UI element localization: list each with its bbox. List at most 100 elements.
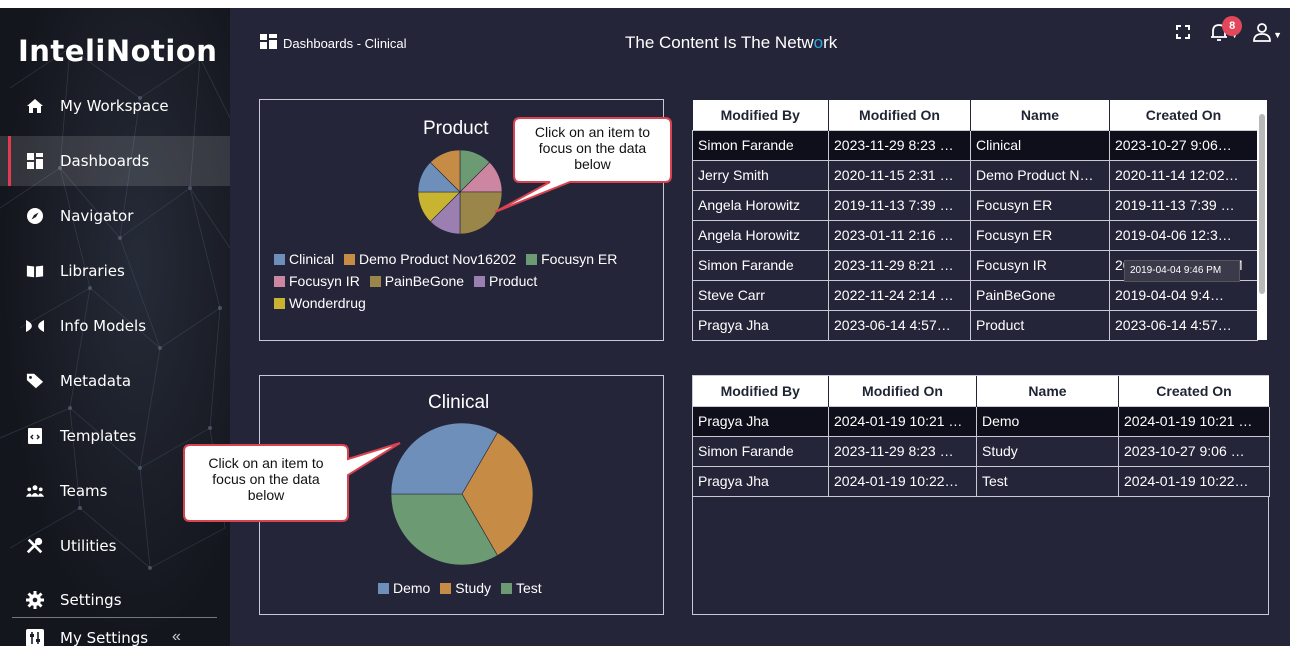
table-cell[interactable]: Simon Farande bbox=[692, 435, 829, 467]
table-cell[interactable]: Angela Horowitz bbox=[692, 219, 829, 251]
table-cell[interactable]: 2020-11-15 2:31 … bbox=[828, 159, 971, 191]
table-cell[interactable]: Simon Farande bbox=[692, 129, 829, 161]
table-cell[interactable]: Pragya Jha bbox=[692, 309, 829, 341]
table-cell[interactable]: 2023-06-14 4:57… bbox=[1109, 309, 1258, 341]
table-cell[interactable]: PainBeGone bbox=[970, 279, 1110, 311]
legend-item-focusyn-er[interactable]: Focusyn ER bbox=[526, 248, 617, 270]
table-cell[interactable]: 2024-01-19 10:22… bbox=[828, 465, 977, 497]
column-header[interactable]: Modified On bbox=[828, 376, 977, 406]
user-menu-button[interactable]: ▼ bbox=[1253, 22, 1282, 47]
table-cell[interactable]: Pragya Jha bbox=[692, 465, 829, 497]
legend-item-clinical[interactable]: Clinical bbox=[274, 248, 334, 270]
notifications-button[interactable]: 8 ▼ bbox=[1210, 16, 1243, 47]
product-callout: Click on an item to focus on the data be… bbox=[490, 112, 690, 222]
sidebar-item-my-settings[interactable]: My Settings bbox=[0, 620, 230, 646]
sidebar-divider bbox=[12, 617, 217, 618]
legend-item-wonderdrug[interactable]: Wonderdrug bbox=[274, 292, 366, 314]
column-header[interactable]: Name bbox=[976, 376, 1119, 406]
breadcrumb[interactable]: Dashboards - Clinical bbox=[260, 34, 407, 52]
table-cell[interactable]: 2024-01-19 10:21 … bbox=[828, 405, 977, 437]
table-row[interactable]: Angela Horowitz 2019-11-13 7:39 … Focusyn … bbox=[692, 189, 1258, 221]
table-cell[interactable]: Steve Carr bbox=[692, 279, 829, 311]
table-row[interactable]: Jerry Smith 2020-11-15 2:31 … Demo Product… bbox=[692, 159, 1258, 191]
table-cell[interactable]: Jerry Smith bbox=[692, 159, 829, 191]
table-cell[interactable]: 2023-11-29 8:23 … bbox=[828, 129, 971, 161]
table-cell[interactable]: Clinical bbox=[970, 129, 1110, 161]
product-table-scrollbar[interactable] bbox=[1257, 100, 1267, 340]
scroll-thumb[interactable] bbox=[1259, 114, 1265, 294]
product-table: Modified By Modified On Name Created On Sim… bbox=[692, 100, 1258, 341]
table-cell[interactable]: Focusyn ER bbox=[970, 219, 1110, 251]
table-cell[interactable]: Study bbox=[976, 435, 1119, 467]
legend-item-focusyn-ir[interactable]: Focusyn IR bbox=[274, 270, 360, 292]
table-cell[interactable]: Simon Farande bbox=[692, 249, 829, 281]
table-cell[interactable]: 2023-06-14 4:57… bbox=[828, 309, 971, 341]
clinical-pie-chart[interactable] bbox=[391, 423, 533, 565]
legend-item-demo-product[interactable]: Demo Product Nov16202 bbox=[344, 248, 516, 270]
sidebar-item-label: Dashboards bbox=[60, 152, 150, 170]
table-cell[interactable]: Product bbox=[970, 309, 1110, 341]
sidebar-item-info-models[interactable]: Info Models bbox=[0, 301, 230, 351]
sidebar-item-navigator[interactable]: Navigator bbox=[0, 191, 230, 241]
table-cell[interactable]: 2024-01-19 10:22… bbox=[1118, 465, 1270, 497]
table-cell[interactable]: 2023-01-11 2:16 … bbox=[828, 219, 971, 251]
sidebar-item-metadata[interactable]: Metadata bbox=[0, 356, 230, 406]
clinical-table: Modified By Modified On Name Created On Pra… bbox=[692, 376, 1270, 497]
table-row[interactable]: Simon Farande 2023-11-29 8:23 … Study 2023-… bbox=[692, 435, 1270, 467]
sidebar-item-label: Navigator bbox=[60, 207, 134, 225]
table-cell[interactable]: Test bbox=[976, 465, 1119, 497]
users-icon bbox=[26, 482, 44, 500]
column-header[interactable]: Name bbox=[970, 100, 1110, 130]
table-cell[interactable]: Focusyn ER bbox=[970, 189, 1110, 221]
sidebar-item-label: Teams bbox=[60, 482, 108, 500]
bowtie-icon bbox=[26, 317, 44, 335]
column-header[interactable]: Modified On bbox=[828, 100, 971, 130]
sidebar-item-label: Info Models bbox=[60, 317, 147, 335]
table-cell[interactable]: Demo Product N… bbox=[970, 159, 1110, 191]
table-cell[interactable]: 2019-04-04 9:4… bbox=[1109, 279, 1258, 311]
table-row[interactable]: Angela Horowitz 2023-01-11 2:16 … Focusyn … bbox=[692, 219, 1258, 251]
table-row[interactable]: Steve Carr 2022-11-24 2:14 … PainBeGone 201… bbox=[692, 279, 1258, 311]
table-row[interactable]: Pragya Jha 2024-01-19 10:22… Test 2024-01-1… bbox=[692, 465, 1270, 497]
sliders-icon bbox=[26, 629, 44, 646]
table-cell[interactable]: Demo bbox=[976, 405, 1119, 437]
table-cell[interactable]: 2019-04-06 12:3… bbox=[1109, 219, 1258, 251]
table-cell[interactable]: Angela Horowitz bbox=[692, 189, 829, 221]
sidebar-item-dashboards[interactable]: Dashboards bbox=[0, 136, 230, 186]
table-row[interactable]: Simon Farande 2023-11-29 8:23 … Clinical 20… bbox=[692, 129, 1258, 161]
table-cell[interactable]: 2023-11-29 8:23 … bbox=[828, 435, 977, 467]
column-header[interactable]: Created On bbox=[1109, 100, 1258, 130]
column-header[interactable]: Modified By bbox=[692, 100, 829, 130]
sidebar-item-libraries[interactable]: Libraries bbox=[0, 246, 230, 296]
table-cell[interactable]: Focusyn IR bbox=[970, 249, 1110, 281]
legend-item-painbegone[interactable]: PainBeGone bbox=[369, 270, 464, 292]
header-actions: 8 ▼ ▼ bbox=[1176, 16, 1282, 47]
table-cell[interactable]: 2023-11-29 8:21 … bbox=[828, 249, 971, 281]
table-cell[interactable]: 2019-11-13 7:39 … bbox=[828, 189, 971, 221]
app-logo[interactable]: InteliNotion bbox=[18, 34, 217, 68]
table-cell[interactable]: Pragya Jha bbox=[692, 405, 829, 437]
sidebar-item-my-workspace[interactable]: My Workspace bbox=[0, 81, 230, 131]
table-cell[interactable]: 2022-11-24 2:14 … bbox=[828, 279, 971, 311]
table-cell[interactable]: 2023-10-27 9:06… bbox=[1109, 129, 1258, 161]
legend-item-product[interactable]: Product bbox=[474, 270, 537, 292]
fullscreen-button[interactable] bbox=[1176, 25, 1191, 44]
collapse-sidebar-button[interactable]: « bbox=[172, 628, 181, 646]
sidebar-item-utilities[interactable]: Utilities bbox=[0, 521, 230, 571]
table-cell[interactable]: 2020-11-14 12:02… bbox=[1109, 159, 1258, 191]
table-row[interactable]: Pragya Jha 2024-01-19 10:21 … Demo 2024-01-… bbox=[692, 405, 1270, 437]
table-cell[interactable]: 2024-01-19 10:21 … bbox=[1118, 405, 1270, 437]
page-scrollbar[interactable] bbox=[1290, 72, 1304, 646]
column-header[interactable]: Created On bbox=[1118, 376, 1270, 406]
table-cell[interactable]: 2023-10-27 9:06 … bbox=[1118, 435, 1270, 467]
legend-item-test[interactable]: Test bbox=[500, 577, 542, 599]
table-cell[interactable]: 2019-11-13 7:39 … bbox=[1109, 189, 1258, 221]
grid-icon bbox=[26, 152, 44, 170]
legend-item-study[interactable]: Study bbox=[440, 577, 491, 599]
column-header[interactable]: Modified By bbox=[692, 376, 829, 406]
sidebar-item-label: Metadata bbox=[60, 372, 132, 390]
table-row[interactable]: Pragya Jha 2023-06-14 4:57… Product 2023-06… bbox=[692, 309, 1258, 341]
breadcrumb-label: Dashboards - Clinical bbox=[283, 35, 407, 51]
sidebar-item-label: Utilities bbox=[60, 537, 117, 555]
legend-item-demo[interactable]: Demo bbox=[378, 577, 430, 599]
